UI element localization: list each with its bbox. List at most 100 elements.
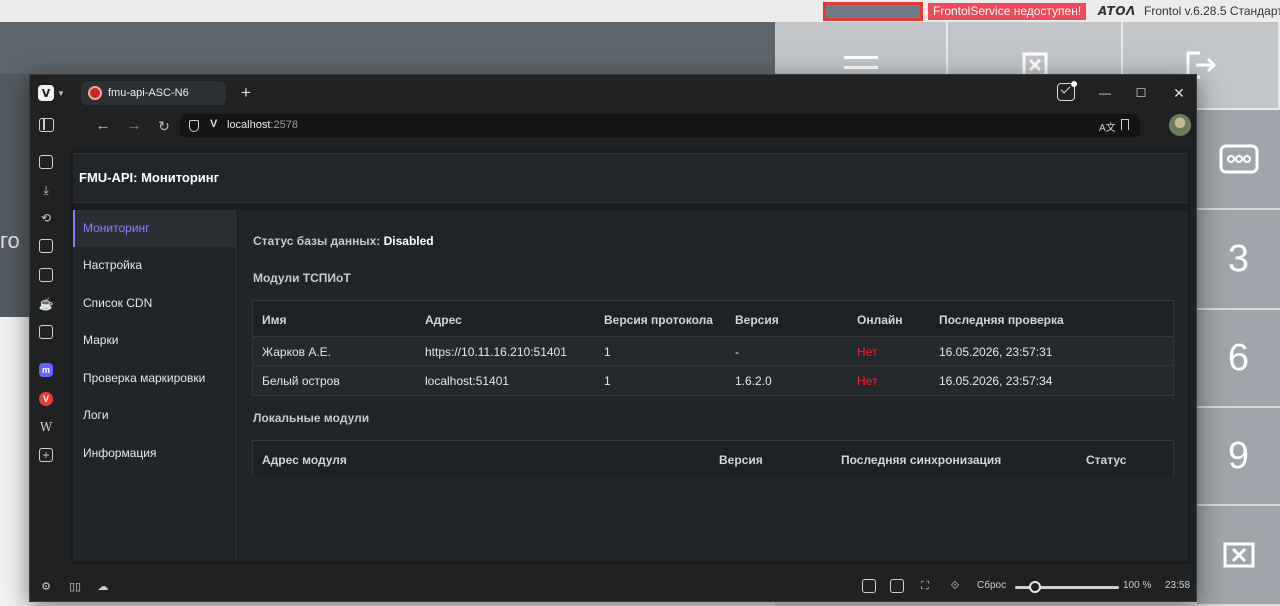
nav-item-marks[interactable]: Марки xyxy=(73,322,237,359)
nav-sidebar: Мониторинг Настройка Список CDN Марки Пр… xyxy=(73,210,237,561)
keypad-clear-button[interactable] xyxy=(1197,506,1280,606)
downloads-icon[interactable]: ⤓ xyxy=(39,183,53,197)
column-header: Версия xyxy=(735,313,779,327)
mastodon-icon[interactable]: m xyxy=(39,363,53,377)
page-title: FMU-API: Мониторинг xyxy=(79,170,220,185)
screenshot-icon[interactable] xyxy=(890,579,904,593)
table-header-row: Имя Адрес Версия протокола Версия Онлайн… xyxy=(253,301,1173,337)
tab-favicon-icon xyxy=(88,86,102,100)
tab-fmu-api[interactable]: fmu-api-ASC-N6 xyxy=(81,81,226,105)
history-icon[interactable]: ⟲ xyxy=(39,211,53,225)
main-content: Статус базы данных: Disabled Модули ТСПИ… xyxy=(238,210,1188,561)
new-tab-button[interactable]: + xyxy=(236,83,256,103)
clear-icon xyxy=(1223,542,1254,568)
menu-lines-icon xyxy=(843,56,878,69)
minimize-button[interactable]: — xyxy=(1095,83,1115,103)
zoom-slider[interactable] xyxy=(1015,581,1119,593)
forward-button[interactable]: → xyxy=(124,116,144,136)
table-header-row: Адрес модуля Версия Последняя синхрониза… xyxy=(253,441,1173,477)
back-button[interactable]: ← xyxy=(93,116,113,136)
wikipedia-icon[interactable]: W xyxy=(39,420,53,434)
nav-item-cdn-list[interactable]: Список CDN xyxy=(73,285,237,322)
local-modules-section-title: Локальные модули xyxy=(253,411,370,425)
page-header: FMU-API: Мониторинг xyxy=(73,153,1188,203)
table-row: Жарков А.Е. https://10.11.16.210:51401 1… xyxy=(253,337,1173,366)
column-header: Статус xyxy=(1086,453,1127,467)
browser-titlebar: V ▼ fmu-api-ASC-N6 + — ☐ ✕ xyxy=(30,75,1196,110)
keypad-9-button[interactable]: 9 xyxy=(1197,408,1280,506)
side-panel: ⤓ ⟲ ☕ m V W + xyxy=(30,142,64,570)
frontol-left-header xyxy=(0,22,775,74)
nav-item-monitoring[interactable]: Мониторинг xyxy=(73,210,237,247)
window-panel-icon[interactable] xyxy=(39,325,53,339)
address-bar-row: ← → ↻ V localhost:2578 A文 xyxy=(30,110,1196,142)
translate-icon[interactable]: A文 xyxy=(1099,119,1116,134)
online-status-cell: Нет xyxy=(857,345,878,359)
address-input[interactable]: V localhost:2578 A文 xyxy=(180,114,1140,138)
table-cell: 16.05.2026, 23:57:34 xyxy=(939,374,1053,388)
shield-icon[interactable] xyxy=(189,120,199,132)
zoom-value: 100 % xyxy=(1123,580,1152,591)
nav-item-mark-check[interactable]: Проверка маркировки xyxy=(73,360,237,397)
nav-item-settings[interactable]: Настройка xyxy=(73,247,237,284)
site-badge-icon: V xyxy=(210,118,218,130)
db-status-value: Disabled xyxy=(383,234,434,248)
capture-icon[interactable] xyxy=(862,579,876,593)
translate-panel-icon[interactable] xyxy=(39,268,53,282)
online-status-cell: Нет xyxy=(857,374,878,388)
table-cell: 16.05.2026, 23:57:31 xyxy=(939,345,1053,359)
settings-gear-icon[interactable]: ⚙ xyxy=(39,579,53,593)
column-header: Версия протокола xyxy=(604,313,713,327)
frontol-top-bar xyxy=(0,0,1280,22)
table-cell: https://10.11.16.210:51401 xyxy=(425,345,567,359)
vivaldi-web-panel-icon[interactable]: V xyxy=(39,392,53,406)
clock: 23:58 xyxy=(1165,580,1191,591)
browser-status-bar: ⚙ ▯▯ ☁ ⛶ ⟐ Сброс 100 % 23:58 xyxy=(30,570,1196,601)
web-page: FMU-API: Мониторинг Мониторинг Настройка… xyxy=(70,149,1191,564)
zoom-slider-thumb[interactable] xyxy=(1029,581,1041,593)
table-cell: Белый остров xyxy=(262,374,340,388)
url-host: localhost xyxy=(227,119,271,131)
table-cell: localhost:51401 xyxy=(425,374,510,388)
vivaldi-logo-icon: V xyxy=(38,85,54,101)
more-dots-icon xyxy=(1219,144,1258,174)
table-row: Белый остров localhost:51401 1 1.6.2.0 Н… xyxy=(253,366,1173,395)
column-header: Последняя синхронизация xyxy=(841,453,1002,467)
url-text: localhost:2578 xyxy=(227,119,298,131)
notes-icon[interactable] xyxy=(39,239,53,253)
column-header: Версия xyxy=(719,453,763,467)
column-header: Последняя проверка xyxy=(939,313,1064,327)
nav-item-info[interactable]: Информация xyxy=(73,435,237,472)
chevron-down-icon: ▼ xyxy=(57,88,65,98)
tspiot-table: Имя Адрес Версия протокола Версия Онлайн… xyxy=(252,300,1174,396)
add-panel-icon[interactable]: + xyxy=(39,448,53,462)
table-cell: Жарков А.Е. xyxy=(262,345,332,359)
panel-toggle-icon[interactable] xyxy=(39,118,54,132)
db-status-label: Статус базы данных: xyxy=(253,234,381,248)
zoom-reset-button[interactable]: Сброс xyxy=(977,580,1006,591)
bookmark-icon[interactable] xyxy=(1121,119,1129,130)
keypad-3-button[interactable]: 3 xyxy=(1197,210,1280,310)
browser-window: V ▼ fmu-api-ASC-N6 + — ☐ ✕ ← → ↻ V local… xyxy=(29,74,1197,602)
close-window-button[interactable]: ✕ xyxy=(1169,83,1189,103)
maximize-button[interactable]: ☐ xyxy=(1131,83,1151,103)
tspiot-section-title: Модули ТСПИоТ xyxy=(253,271,351,285)
vivaldi-menu-button[interactable]: V ▼ xyxy=(38,84,68,102)
profile-avatar[interactable] xyxy=(1169,114,1191,136)
panel-layout-icon[interactable]: ▯▯ xyxy=(68,579,82,593)
table-cell: 1 xyxy=(604,374,611,388)
table-cell: - xyxy=(735,345,739,359)
frontol-status-indicator xyxy=(823,2,923,21)
table-cell: 1 xyxy=(604,345,611,359)
bookmarks-panel-icon[interactable] xyxy=(39,155,53,169)
tiling-icon[interactable]: ⛶ xyxy=(918,579,932,593)
nav-item-logs[interactable]: Логи xyxy=(73,397,237,434)
db-status: Статус базы данных: Disabled xyxy=(253,234,434,248)
reading-list-icon[interactable]: ☕ xyxy=(39,297,54,311)
sync-cloud-icon[interactable]: ☁ xyxy=(96,579,110,593)
keypad-6-button[interactable]: 6 xyxy=(1197,310,1280,408)
page-actions-icon[interactable]: ⟐ xyxy=(948,579,962,593)
reload-button[interactable]: ↻ xyxy=(154,116,174,136)
frontol-more-button[interactable] xyxy=(1197,110,1280,210)
table-cell: 1.6.2.0 xyxy=(735,374,772,388)
